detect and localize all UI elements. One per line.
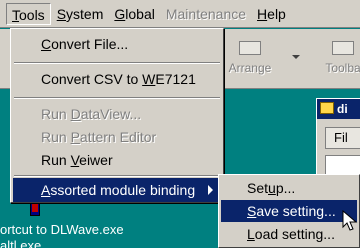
run-pattern-accel: P — [70, 129, 80, 145]
menu-system[interactable]: System — [52, 3, 109, 25]
tools-dropdown-menu: Convert File... Convert CSV to WE7121 Ru… — [10, 28, 224, 203]
shortcut-icon-mark — [32, 204, 38, 212]
menu-item-convert-file[interactable]: Convert File... — [13, 32, 221, 56]
submenu-arrow-icon — [208, 185, 213, 195]
menu-help-label: elp — [267, 5, 286, 22]
child-window-title: di — [317, 99, 360, 119]
child-tab-file[interactable]: Fil — [325, 127, 360, 149]
menu-item-convert-csv[interactable]: Convert CSV to WE7121 — [13, 67, 221, 91]
toolbar-icon — [332, 41, 354, 55]
arrange-label: Arrange — [228, 61, 272, 75]
menu-help[interactable]: Help — [252, 3, 291, 25]
menu-global-label: lobal — [125, 5, 155, 22]
assorted-submenu: Setup... Save setting... Load setting... — [218, 174, 360, 248]
convert-csv-label-pre: Convert CSV to — [41, 71, 143, 87]
menu-tools[interactable]: Tools — [6, 2, 51, 25]
convert-file-label: onvert File... — [51, 36, 129, 52]
run-pattern-rest: attern Editor — [79, 129, 157, 145]
arrange-icon — [239, 41, 261, 55]
submenu-item-setup[interactable]: Setup... — [221, 177, 357, 199]
menu-system-label: ystem — [66, 5, 104, 22]
menu-maintenance[interactable]: Maintenance — [161, 3, 251, 25]
menu-item-run-pattern-editor[interactable]: Run Pattern Editor — [13, 125, 221, 149]
submenu-item-save-setting[interactable]: Save setting... — [221, 200, 357, 222]
folder-icon — [320, 102, 334, 114]
convert-file-accel: C — [41, 36, 52, 52]
mouse-cursor-icon — [342, 210, 358, 231]
menu-item-run-dataview[interactable]: Run DataView... — [13, 102, 221, 126]
run-viewer-accel: V — [70, 152, 80, 168]
run-dataview-rest: ataView... — [80, 106, 142, 122]
run-viewer-pre: Run — [41, 152, 71, 168]
convert-csv-label-rest: E7121 — [155, 71, 196, 87]
load-accel: L — [247, 226, 255, 242]
menu-bar: Tools System Global Maintenance Help — [0, 0, 360, 28]
arrange-button[interactable]: Arrange — [226, 41, 274, 75]
menu-tools-label: ools — [19, 6, 45, 23]
assorted-accel: A — [41, 182, 51, 198]
menu-global[interactable]: Global — [109, 3, 159, 25]
toolbar-button[interactable]: Toolba — [318, 41, 360, 75]
convert-csv-accel: W — [142, 71, 156, 87]
save-label: ave setting... — [256, 203, 336, 219]
child-window-title-text: di — [337, 102, 348, 116]
save-accel: S — [247, 203, 257, 219]
shortcut-label[interactable]: ortcut to DLWave.exe altl exe — [0, 222, 124, 248]
menu-tools-accel: T — [12, 6, 19, 23]
setup-accel: u — [268, 180, 276, 196]
menu-item-run-viewer[interactable]: Run Veiwer — [13, 148, 221, 172]
menu-separator — [14, 62, 220, 64]
menu-global-accel: G — [114, 5, 126, 22]
arrange-dropdown-arrow-icon[interactable] — [292, 55, 300, 59]
submenu-item-load-setting[interactable]: Load setting... — [221, 223, 357, 245]
shortcut-label-line1: ortcut to DLWave.exe — [0, 222, 124, 237]
menu-separator — [14, 175, 220, 177]
setup-rest: p... — [275, 180, 296, 196]
load-label: oad setting... — [254, 226, 335, 242]
setup-pre: Set — [247, 180, 269, 196]
run-dataview-accel: D — [70, 106, 81, 122]
menu-separator — [14, 97, 220, 99]
run-dataview-pre: Run — [41, 106, 71, 122]
run-pattern-pre: Run — [41, 129, 71, 145]
assorted-label: ssorted module binding — [50, 182, 196, 198]
menu-system-accel: S — [56, 5, 67, 22]
menu-item-assorted-module-binding[interactable]: Assorted module binding — [13, 178, 221, 202]
run-viewer-rest: eiwer — [79, 152, 113, 168]
toolbar-label: Toolba — [325, 61, 360, 75]
shortcut-label-line2: altl exe — [0, 238, 42, 248]
menu-help-accel: H — [257, 5, 268, 22]
